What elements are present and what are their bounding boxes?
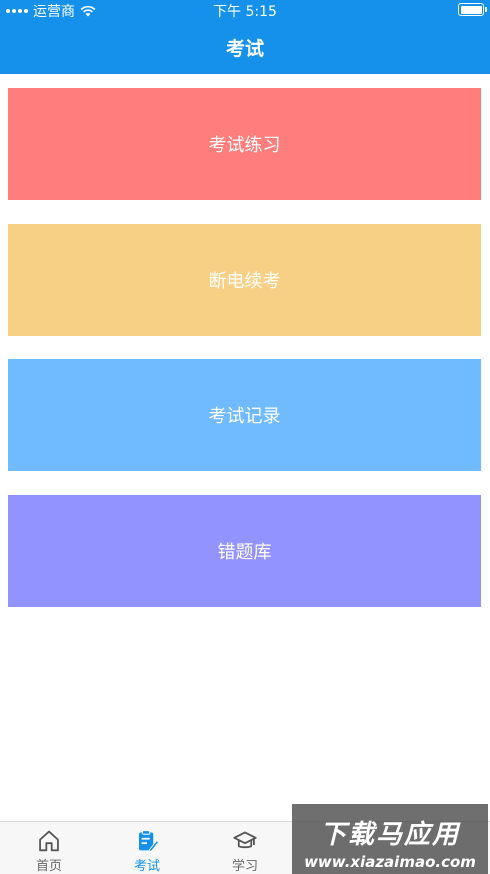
resume-exam-button[interactable]: 断电续考 <box>8 224 481 336</box>
watermark-title: 下载马应用 <box>319 820 460 850</box>
watermark-overlay: 下载马应用 www.xiazaimao.com <box>292 804 488 874</box>
tab-exam[interactable]: 考试 <box>98 822 196 874</box>
home-icon <box>39 830 59 852</box>
watermark-url: www.xiazaimao.com <box>304 853 476 871</box>
status-bar: 运营商 下午 5:15 <box>0 0 490 20</box>
exam-records-button[interactable]: 考试记录 <box>8 359 481 471</box>
wrong-questions-label: 错题库 <box>217 542 272 563</box>
study-cap-icon <box>233 831 257 849</box>
wrong-questions-button[interactable]: 错题库 <box>8 495 481 607</box>
tab-home[interactable]: 首页 <box>0 822 98 874</box>
tab-exam-label: 考试 <box>133 859 160 874</box>
resume-exam-label: 断电续考 <box>208 271 281 292</box>
screen: 运营商 下午 5:15 考试 考试练习 断电续考 考试记录 错题库 首页 考试 … <box>0 0 490 874</box>
tab-home-label: 首页 <box>35 859 62 874</box>
exam-records-label: 考试记录 <box>208 406 281 427</box>
exam-icon <box>138 830 160 852</box>
top-bar: 运营商 下午 5:15 考试 <box>0 0 490 74</box>
battery-icon <box>458 3 487 16</box>
exam-practice-label: 考试练习 <box>208 135 281 156</box>
tab-study[interactable]: 学习 <box>196 822 294 874</box>
page-title: 考试 <box>225 38 264 60</box>
tab-study-label: 学习 <box>231 859 258 874</box>
exam-practice-button[interactable]: 考试练习 <box>8 88 481 200</box>
status-time: 下午 5:15 <box>213 4 277 20</box>
